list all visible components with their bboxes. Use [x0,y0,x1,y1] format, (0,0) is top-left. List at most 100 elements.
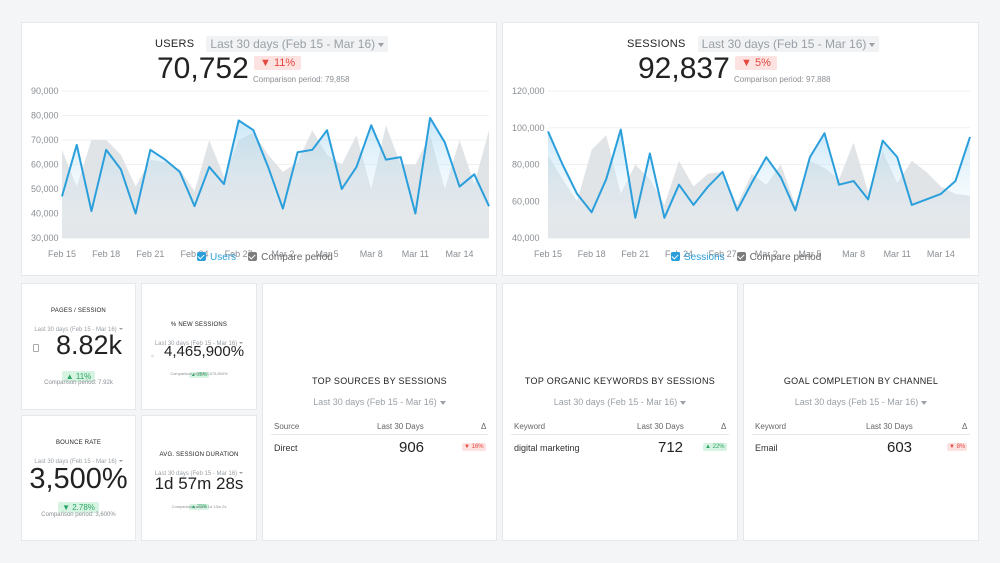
new-sessions-comparison: Comparison period: 3,575,800% [170,371,228,376]
goal-completion-col-keyword: Keyword [755,422,787,431]
bounce-rate-value: 3,500% [29,463,128,495]
top-sources-row-label: Direct [274,443,298,453]
x-tick-label: Feb 18 [92,249,120,259]
document-icon [33,344,39,352]
y-tick-label: 80,000 [512,160,540,170]
sessions-change-badge: ▼ 5% [735,56,777,70]
legend-users[interactable]: Users [197,252,236,263]
legend-compare-label: Compare period [749,252,822,263]
avg-duration-title: AVG. SESSION DURATION [159,452,239,458]
avg-duration-value: 1d 57m 28s [154,474,244,493]
up-arrow-icon: ▲ [705,444,713,450]
users-date-range-label: Last 30 days (Feb 15 - Mar 16) [210,37,376,51]
top-sources-row-value: 906 [399,439,425,456]
x-tick-label: Feb 18 [578,249,606,259]
sessions-chart: 40,000 60,000 80,000 100,000 120,000 Feb 15 Fe… [512,86,971,259]
x-tick-label: Feb 15 [534,249,562,259]
users-change-value: 11% [273,57,296,69]
bounce-rate-title: BOUNCE RATE [55,440,102,446]
top-sources-row-change: ▼ 16% [462,443,486,451]
y-tick-label: 80,000 [31,111,59,121]
sessions-title: SESSIONS [627,38,686,50]
users-change-badge: ▼ 11% [254,56,302,70]
chevron-down-icon [680,400,687,405]
users-chart: 30,000 40,000 50,000 60,000 70,000 80,000 90,0… [31,86,490,259]
goal-completion-col-last30: Last 30 Days [866,422,913,431]
chevron-down-icon [869,42,876,47]
chevron-down-icon [439,400,446,405]
new-sessions-card: % NEW SESSIONS Last 30 days (Feb 15 - Ma… [141,283,257,410]
y-tick-label: 60,000 [31,160,59,170]
users-header: USERS Last 30 days (Feb 15 - Mar 16) [155,36,389,52]
users-date-range-dropdown[interactable]: Last 30 days (Feb 15 - Mar 16) [206,36,389,52]
top-keywords-date-label: Last 30 days (Feb 15 - Mar 16) [553,397,678,407]
top-keywords-col-delta: Δ [721,422,727,431]
legend-compare-period[interactable]: Compare period [248,252,333,263]
bounce-rate-card: BOUNCE RATE Last 30 days (Feb 15 - Mar 1… [21,415,136,541]
x-tick-label: Mar 8 [842,249,865,259]
x-tick-label: Feb 21 [136,249,164,259]
y-tick-label: 40,000 [31,209,59,219]
x-tick-label: Mar 11 [402,249,429,259]
chevron-down-icon [378,42,385,47]
top-sources-card: TOP SOURCES BY SESSIONS Last 30 days (Fe… [262,283,497,541]
y-tick-label: 70,000 [31,135,59,145]
checkbox-icon [248,252,258,261]
sessions-header: SESSIONS Last 30 days (Feb 15 - Mar 16) [627,36,880,52]
users-card: USERS Last 30 days (Feb 15 - Mar 16) 70,… [21,22,497,276]
top-sources-change-value: 16% [471,444,484,450]
bounce-rate-comparison: Comparison period: 3,600% [41,512,116,518]
down-arrow-icon: ▼ [741,57,755,69]
legend-sessions-label: Sessions [684,252,725,263]
down-arrow-icon: ▼ [62,503,73,512]
top-keywords-change-value: 22% [712,444,725,450]
pages-session-comparison: Comparison period: 7.92k [44,380,113,386]
top-keywords-card: TOP ORGANIC KEYWORDS BY SESSIONS Last 30… [502,283,738,541]
x-tick-label: Mar 14 [446,249,474,259]
checkbox-icon [736,252,746,261]
top-keywords-row-value: 712 [658,439,684,456]
y-tick-label: 40,000 [512,233,540,243]
checkbox-icon [671,252,680,261]
goal-completion-title: GOAL COMPLETION BY CHANNEL [783,376,939,386]
x-tick-label: Feb 21 [621,249,649,259]
y-tick-label: 90,000 [31,86,59,96]
divider [752,434,970,435]
goal-completion-date-label: Last 30 days (Feb 15 - Mar 16) [794,397,919,407]
sessions-date-range-dropdown[interactable]: Last 30 days (Feb 15 - Mar 16) [697,36,880,52]
top-sources-dd-wrap: Last 30 days (Feb 15 - Mar 16) [263,392,496,410]
top-sources-date-dropdown[interactable]: Last 30 days (Feb 15 - Mar 16) [313,397,446,407]
goal-completion-col-delta: Δ [962,422,968,431]
x-tick-label: Mar 8 [360,249,383,259]
top-keywords-dd-wrap: Last 30 days (Feb 15 - Mar 16) [503,392,737,410]
goal-completion-dd-wrap: Last 30 days (Feb 15 - Mar 16) [744,392,978,410]
goal-completion-row-change: ▼ 8% [947,443,968,451]
pages-session-value: 8.82k [56,330,123,360]
y-tick-label: 100,000 [512,123,545,133]
goal-completion-row-value: 603 [887,439,913,456]
sessions-legend: Sessions Compare period [671,252,821,263]
avg-duration-comparison: Comparison period: 1d 13m 2s [171,504,227,509]
top-sources-col-last30: Last 30 Days [377,422,424,431]
divider [271,434,488,435]
triangle-icon: ▵ [151,353,155,359]
top-sources-date-label: Last 30 days (Feb 15 - Mar 16) [313,397,437,407]
y-tick-label: 60,000 [512,196,540,206]
sessions-change-value: 5% [754,57,771,69]
goal-completion-date-dropdown[interactable]: Last 30 days (Feb 15 - Mar 16) [795,397,928,407]
top-sources-col-source: Source [274,422,300,431]
pages-session-card: PAGES / SESSION Last 30 days (Feb 15 - M… [21,283,136,410]
x-tick-label: Mar 11 [884,249,911,259]
legend-compare-period[interactable]: Compare period [736,252,822,263]
x-tick-label: Feb 15 [48,249,76,259]
legend-compare-label: Compare period [261,252,333,263]
sessions-date-range-label: Last 30 days (Feb 15 - Mar 16) [701,37,867,51]
pages-session-title: PAGES / SESSION [51,308,106,314]
down-arrow-icon: ▼ [464,444,472,450]
new-sessions-title: % NEW SESSIONS [170,322,228,328]
top-keywords-date-dropdown[interactable]: Last 30 days (Feb 15 - Mar 16) [554,397,687,407]
users-title: USERS [155,38,195,50]
legend-sessions[interactable]: Sessions [671,252,725,263]
sessions-card: SESSIONS Last 30 days (Feb 15 - Mar 16) … [502,22,979,276]
legend-users-label: Users [210,252,237,263]
